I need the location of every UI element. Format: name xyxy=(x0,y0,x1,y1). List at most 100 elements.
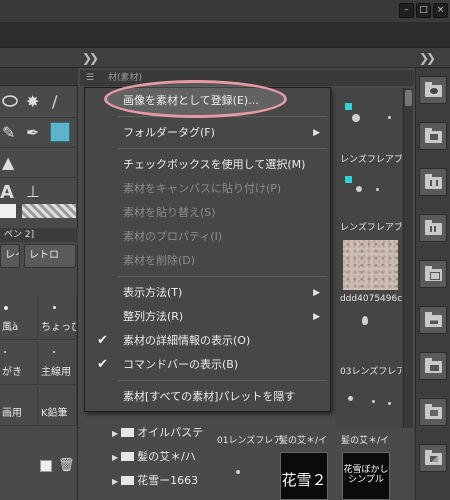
window-controls: – □ × xyxy=(399,3,448,18)
tool-row: ✎ ✒ xyxy=(0,118,78,148)
material-folder-icon[interactable] xyxy=(419,306,447,334)
collapse-right-chevron-icon[interactable]: ❯❯ xyxy=(419,51,436,65)
tool-row: ✸ ∕ xyxy=(0,88,78,118)
magic-wand-icon[interactable]: ✸ xyxy=(26,92,39,111)
tool-panel: ✸ ∕ ✎ ✒ ▲ A ⊥ ペン 2] レイ レトロ 風à ちょっぴ! がき 主… xyxy=(0,68,78,500)
menu-item-display-method[interactable]: 表示方法(T) ▶ xyxy=(85,282,330,304)
tree-folder-item[interactable]: ▶ オイルパステ xyxy=(112,424,203,440)
brush-label: 主線用 xyxy=(41,367,71,378)
sub-tool-button[interactable]: レトロ xyxy=(24,244,76,268)
menu-separator xyxy=(117,380,327,381)
brush-label: K鉛筆 xyxy=(41,408,68,419)
maximize-button[interactable]: □ xyxy=(416,3,431,18)
material-folder-icon[interactable] xyxy=(419,214,447,242)
tree-folder-item[interactable]: ▶ 花雪ー1663 xyxy=(112,472,198,488)
ruler-icon[interactable]: ⊥ xyxy=(26,182,40,201)
menu-item-sort-method[interactable]: 整列方法(R) ▶ xyxy=(85,306,330,328)
tree-folder-label: 花雪ー1663 xyxy=(137,474,199,487)
eyedropper-icon[interactable]: ∕ xyxy=(52,92,57,111)
material-label[interactable]: 03レンズフレア xyxy=(340,364,402,377)
text-icon[interactable]: A xyxy=(0,182,14,203)
collapse-left-chevron-icon[interactable]: ❯❯ xyxy=(82,51,99,65)
brush-label: がき xyxy=(2,367,22,378)
menu-item-delete-material: 素材を削除(D) xyxy=(123,254,196,267)
lens-flare-thumbnail xyxy=(376,188,379,191)
folder-icon xyxy=(121,452,135,461)
material-label[interactable]: 髪の艾＊/イ xyxy=(341,433,389,446)
hair-gloss-thumbnail[interactable]: 花雪２ xyxy=(280,452,328,500)
menu-item-folder-tag[interactable]: フォルダータグ(F) ▶ xyxy=(85,122,330,144)
brush-item[interactable]: がき xyxy=(0,341,38,385)
brush-icon[interactable]: ✒ xyxy=(26,123,39,142)
menu-separator xyxy=(117,276,327,277)
tool-panel-header xyxy=(0,68,78,86)
title-bar: – □ × xyxy=(0,0,450,22)
menu-item-show-command-bar[interactable]: ✔ コマンドバーの表示(B) xyxy=(85,354,330,376)
checkmark-icon: ✔ xyxy=(97,357,108,372)
tree-folder-item[interactable]: ▶ 髪の艾＊/ハ xyxy=(112,448,196,464)
menu-item-show-details[interactable]: ✔ 素材の詳細情報の表示(O) xyxy=(85,330,330,352)
checkmark-icon: ✔ xyxy=(97,333,108,348)
submenu-arrow-icon: ▶ xyxy=(313,288,320,298)
menu-item-replace-material: 素材を貼り替え(S) xyxy=(123,206,216,219)
brush-item[interactable]: 風à xyxy=(0,296,38,340)
lens-flare-thumbnail[interactable] xyxy=(352,114,360,122)
material-label[interactable]: レンズフレアブ xyxy=(340,152,402,165)
new-layer-icon[interactable] xyxy=(40,460,52,472)
sparkle-thumbnail[interactable] xyxy=(348,396,353,401)
foreground-color-swatch[interactable] xyxy=(0,204,16,218)
brush-label: ちょっぴ! xyxy=(41,322,76,333)
sparkle-thumbnail xyxy=(388,402,391,405)
brush-item[interactable]: 主線用 xyxy=(39,341,77,385)
blend-icon[interactable]: ▲ xyxy=(2,153,14,172)
brush-item[interactable]: 画用 xyxy=(0,386,38,426)
material-folder-icon[interactable] xyxy=(419,398,447,426)
tool-row: ▲ xyxy=(0,148,78,178)
panel-header-strip xyxy=(0,48,450,68)
submenu-arrow-icon: ▶ xyxy=(313,128,320,138)
sparkle-thumbnail xyxy=(372,400,375,403)
close-button[interactable]: × xyxy=(433,3,448,18)
lens-flare-thumbnail[interactable] xyxy=(356,186,362,192)
material-folder-icon[interactable] xyxy=(419,122,447,150)
brush-item[interactable]: ちょっぴ! xyxy=(39,296,77,340)
brush-item[interactable]: K鉛筆 xyxy=(39,386,77,426)
hair-gloss-thumbnail[interactable]: 花雪ぼかし シンプル xyxy=(342,452,390,500)
material-folder-icon[interactable] xyxy=(419,168,447,196)
brush-label: 風à xyxy=(2,322,19,333)
menu-item-checkbox-select[interactable]: チェックボックスを使用して選択(M) xyxy=(85,154,330,176)
material-label[interactable]: ddd4075496c xyxy=(340,294,402,304)
texture-thumbnail[interactable] xyxy=(343,240,398,290)
material-label[interactable]: 髪の艾＊/イ xyxy=(279,433,327,446)
menu-separator xyxy=(117,148,327,149)
minimize-button[interactable]: – xyxy=(399,3,414,18)
panel-menu-icon[interactable]: ☰ xyxy=(86,73,94,83)
menu-item-paste-to-canvas: 素材をキャンバスに貼り付け(P) xyxy=(123,182,282,195)
context-menu: 画像を素材として登録(E)... フォルダータグ(F) ▶ チェックボックスを使用… xyxy=(84,87,331,412)
brush-label: 画用 xyxy=(2,408,22,419)
material-label[interactable]: 01レンズフレア xyxy=(217,433,282,446)
material-folder-icon[interactable] xyxy=(419,76,447,104)
material-folder-icon[interactable] xyxy=(419,444,447,472)
lens-flare-thumbnail xyxy=(388,116,391,119)
material-folder-icon[interactable] xyxy=(419,260,447,288)
material-label[interactable]: レンズフレアブ xyxy=(340,220,402,233)
lasso-icon[interactable] xyxy=(2,94,18,108)
airbrush-icon[interactable] xyxy=(50,122,70,142)
material-badge-icon xyxy=(345,103,352,110)
material-scrollbar[interactable] xyxy=(403,88,413,428)
trash-icon[interactable]: 🗑 xyxy=(58,458,75,473)
pen-icon[interactable]: ✎ xyxy=(2,123,15,142)
folder-tree: ▶ オイルパステ ▶ 髪の艾＊/ハ ▶ 花雪ー1663 xyxy=(80,418,208,500)
transparent-color-swatch[interactable] xyxy=(22,204,76,218)
brush-list: 風à ちょっぴ! がき 主線用 画用 K鉛筆 xyxy=(0,296,78,426)
sub-tool-button[interactable]: レイ xyxy=(0,244,20,268)
lens-flare-thumbnail[interactable] xyxy=(362,316,368,325)
sparkle-thumbnail xyxy=(236,470,240,474)
scrollbar-thumb[interactable] xyxy=(405,90,412,106)
material-folder-icon[interactable] xyxy=(419,352,447,380)
submenu-arrow-icon: ▶ xyxy=(313,312,320,322)
sub-tool-tab[interactable]: ペン 2] xyxy=(0,228,78,242)
menu-item-hide-palette[interactable]: 素材[すべての素材]パレットを隠す xyxy=(85,386,330,408)
tree-folder-label: 髪の艾＊/ハ xyxy=(137,450,196,463)
